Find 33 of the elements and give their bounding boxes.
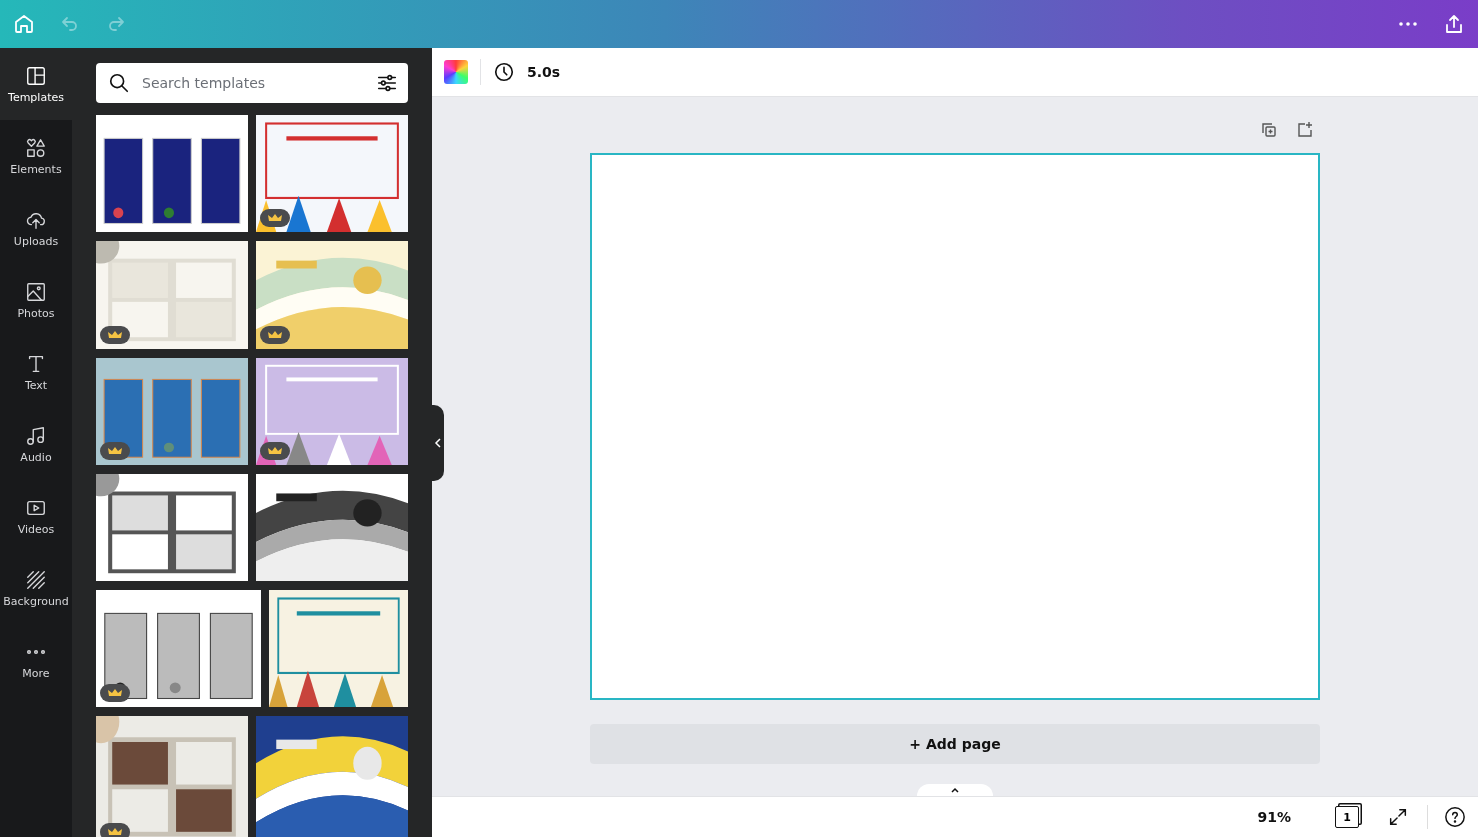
more-icon <box>25 648 47 655</box>
sidebar-item[interactable]: Elements <box>0 120 72 192</box>
fullscreen-icon[interactable] <box>1387 806 1409 828</box>
layout-icon <box>25 64 47 87</box>
shapes-icon <box>25 136 47 159</box>
duplicate-icon[interactable] <box>1260 121 1278 139</box>
sidebar-item[interactable]: Uploads <box>0 192 72 264</box>
chevron-left-icon <box>434 437 442 448</box>
sidebar-item[interactable]: Videos <box>0 480 72 552</box>
image-icon <box>25 280 47 303</box>
sidebar-item[interactable]: More <box>0 624 72 696</box>
caret-up-icon <box>950 786 960 794</box>
search-bar[interactable]: Search templates <box>96 63 408 103</box>
filter-icon[interactable] <box>376 72 398 94</box>
search-field[interactable]: Search templates <box>140 74 366 92</box>
hatch-icon <box>25 568 47 591</box>
sidebar-item[interactable]: Background <box>0 552 72 624</box>
clock-icon[interactable] <box>493 61 515 83</box>
collapse-handle[interactable] <box>432 404 444 481</box>
add-page-button[interactable]: + Add page <box>590 724 1320 764</box>
sidebar-item[interactable]: Audio <box>0 408 72 480</box>
sidebar-item[interactable]: Photos <box>0 264 72 336</box>
help-icon[interactable] <box>1444 806 1466 828</box>
sidebar-item[interactable]: Templates <box>0 48 72 120</box>
duration-label[interactable]: 5.0s <box>527 64 561 80</box>
search-icon <box>108 72 130 94</box>
more-icon[interactable] <box>1396 21 1420 27</box>
zoom-level[interactable]: 91% <box>1257 809 1291 825</box>
music-note-icon <box>25 424 47 447</box>
add-page-icon[interactable] <box>1296 121 1314 139</box>
sidebar-item[interactable]: Text <box>0 336 72 408</box>
color-swatch[interactable] <box>444 60 468 84</box>
page-count[interactable]: 1 <box>1335 806 1359 828</box>
